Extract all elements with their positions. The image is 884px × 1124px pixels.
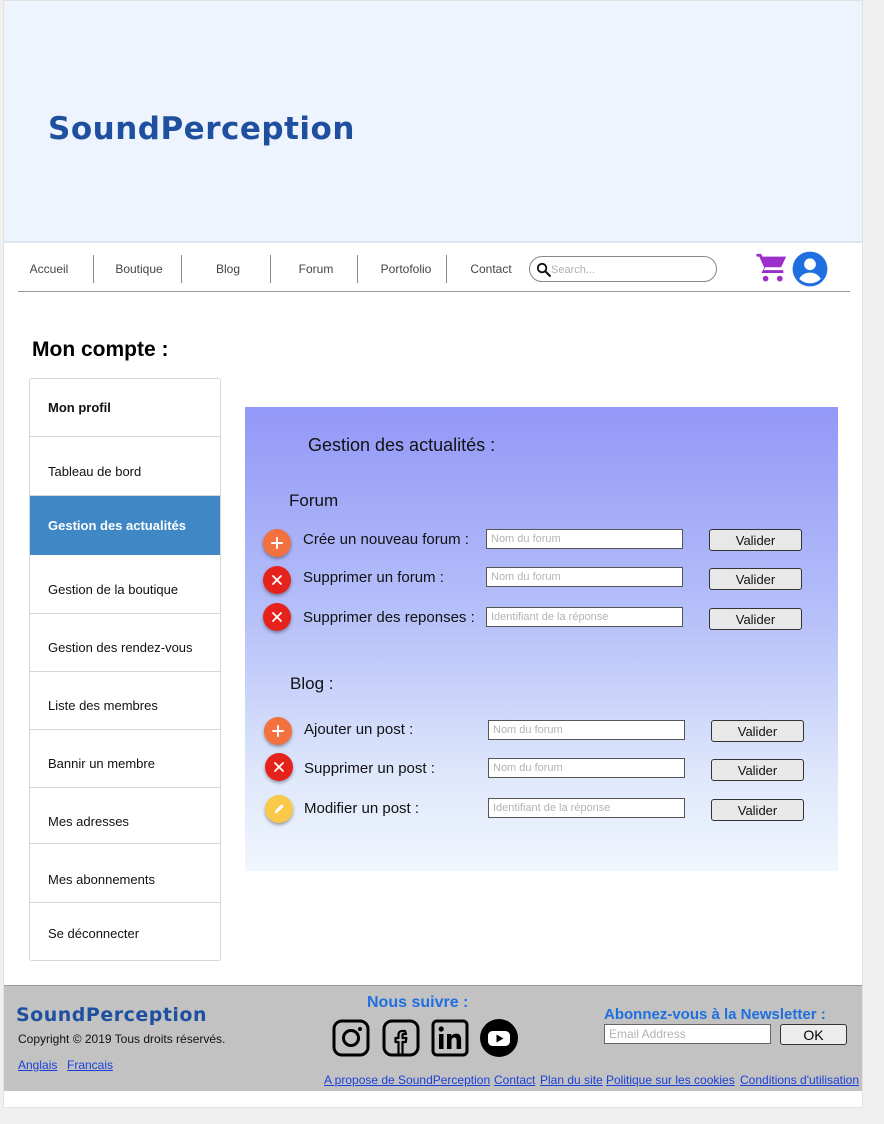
language-link-francais[interactable]: Francais [67, 1058, 113, 1072]
footer-link-sitemap[interactable]: Plan du site [540, 1073, 603, 1087]
sidebar-item-label: Gestion des actualités [48, 518, 186, 533]
footer-copyright: Copyright © 2019 Tous droits réservés. [18, 1032, 226, 1046]
nav-item-portofolio[interactable]: Portofolio [365, 255, 447, 283]
page-title: Mon compte : [32, 338, 169, 361]
search-input[interactable] [551, 261, 701, 278]
nav-divider [181, 255, 182, 283]
nav-divider [270, 255, 271, 283]
sidebar-item-label: Mon profil [48, 400, 111, 415]
sidebar-item-label: Se déconnecter [48, 926, 140, 941]
create-forum-input[interactable] [486, 529, 683, 549]
top-navigation: Accueil Boutique Blog Forum Portofolio C… [18, 248, 850, 292]
linkedin-icon[interactable] [430, 1018, 470, 1058]
news-management-panel: Gestion des actualités : Forum Crée un n… [245, 407, 838, 871]
delete-replies-input[interactable] [486, 607, 683, 627]
panel-title: Gestion des actualités : [308, 435, 496, 455]
sidebar-item-mon-profil[interactable]: Mon profil [30, 379, 220, 437]
create-forum-submit-button[interactable]: Valider [709, 529, 802, 551]
add-post-input[interactable] [488, 720, 685, 740]
search-box[interactable] [529, 256, 717, 282]
sidebar-item-label: Bannir un membre [48, 756, 155, 771]
follow-title: Nous suivre : [367, 994, 469, 1011]
user-icon[interactable] [791, 250, 829, 288]
footer-link-terms[interactable]: Conditions d'utilisation [740, 1073, 859, 1087]
add-post-label: Ajouter un post : [304, 721, 414, 738]
footer-link-contact[interactable]: Contact [494, 1073, 535, 1087]
edit-post-label: Modifier un post : [304, 800, 420, 817]
brand-logo-text[interactable]: SoundPerception [48, 111, 355, 147]
delete-replies-submit-button[interactable]: Valider [709, 608, 802, 630]
close-icon[interactable] [263, 566, 291, 594]
pencil-icon[interactable] [265, 795, 293, 823]
sidebar-item-gestion-des-actualites[interactable]: Gestion des actualités [30, 496, 220, 555]
page: SoundPerception Accueil Boutique Blog Fo… [3, 0, 863, 1108]
sidebar-item-mes-abonnements[interactable]: Mes abonnements [30, 844, 220, 903]
delete-forum-input[interactable] [486, 567, 683, 587]
newsletter-email-input[interactable] [604, 1024, 771, 1044]
footer-brand: SoundPerception [16, 1004, 207, 1026]
delete-post-submit-button[interactable]: Valider [711, 759, 804, 781]
facebook-icon[interactable] [381, 1018, 421, 1058]
sidebar-item-label: Mes abonnements [48, 871, 155, 887]
language-link-anglais[interactable]: Anglais [18, 1058, 57, 1072]
close-icon[interactable] [265, 753, 293, 781]
sidebar-item-label: Gestion de la boutique [48, 581, 179, 597]
edit-post-submit-button[interactable]: Valider [711, 799, 804, 821]
footer-link-cookies[interactable]: Politique sur les cookies [606, 1073, 735, 1087]
footer: SoundPerception Copyright © 2019 Tous dr… [4, 985, 862, 1091]
delete-replies-label: Supprimer des reponses : [303, 609, 475, 626]
sidebar-item-label: Liste des membres [48, 698, 158, 713]
nav-divider [357, 255, 358, 283]
footer-link-about[interactable]: A propose de SoundPerception [324, 1073, 490, 1087]
nav-divider [446, 255, 447, 283]
nav-divider [93, 255, 94, 283]
nav-item-accueil[interactable]: Accueil [18, 255, 80, 283]
sidebar-item-label: Tableau de bord [48, 463, 142, 479]
sidebar-item-label: Mes adresses [48, 814, 129, 829]
nav-item-blog[interactable]: Blog [190, 255, 266, 283]
sidebar-item-liste-des-membres[interactable]: Liste des membres [30, 672, 220, 730]
close-icon[interactable] [263, 603, 291, 631]
sidebar-item-tableau-de-bord[interactable]: Tableau de bord [30, 437, 220, 496]
sidebar-item-mes-adresses[interactable]: Mes adresses [30, 788, 220, 844]
delete-post-label: Supprimer un post : [304, 760, 435, 777]
create-forum-label: Crée un nouveau forum : [303, 531, 469, 548]
plus-icon[interactable] [263, 529, 291, 557]
nav-item-contact[interactable]: Contact [454, 255, 528, 283]
sidebar-item-bannir-un-membre[interactable]: Bannir un membre [30, 730, 220, 788]
instagram-icon[interactable] [331, 1018, 371, 1058]
forum-section-title: Forum [289, 491, 339, 510]
delete-post-input[interactable] [488, 758, 685, 778]
search-icon [536, 262, 551, 277]
newsletter-title: Abonnez-vous à la Newsletter : [604, 1006, 826, 1023]
cart-icon[interactable] [755, 251, 789, 285]
nav-item-boutique[interactable]: Boutique [102, 255, 176, 283]
plus-icon[interactable] [264, 717, 292, 745]
youtube-icon[interactable] [479, 1018, 519, 1058]
blog-section-title: Blog : [290, 674, 334, 693]
newsletter-ok-button[interactable]: OK [780, 1024, 847, 1045]
delete-forum-submit-button[interactable]: Valider [709, 568, 802, 590]
edit-post-input[interactable] [488, 798, 685, 818]
sidebar-item-gestion-des-rendez-vous[interactable]: Gestion des rendez-vous [30, 614, 220, 672]
header-banner: SoundPerception [4, 1, 862, 243]
sidebar-item-gestion-de-la-boutique[interactable]: Gestion de la boutique [30, 555, 220, 614]
sidebar-item-se-deconnecter[interactable]: Se déconnecter [30, 903, 220, 960]
add-post-submit-button[interactable]: Valider [711, 720, 804, 742]
account-sidebar: Mon profil Tableau de bord Gestion des a… [29, 378, 221, 961]
nav-item-forum[interactable]: Forum [278, 255, 354, 283]
delete-forum-label: Supprimer un forum : [303, 569, 444, 586]
sidebar-item-label: Gestion des rendez-vous [48, 640, 193, 655]
